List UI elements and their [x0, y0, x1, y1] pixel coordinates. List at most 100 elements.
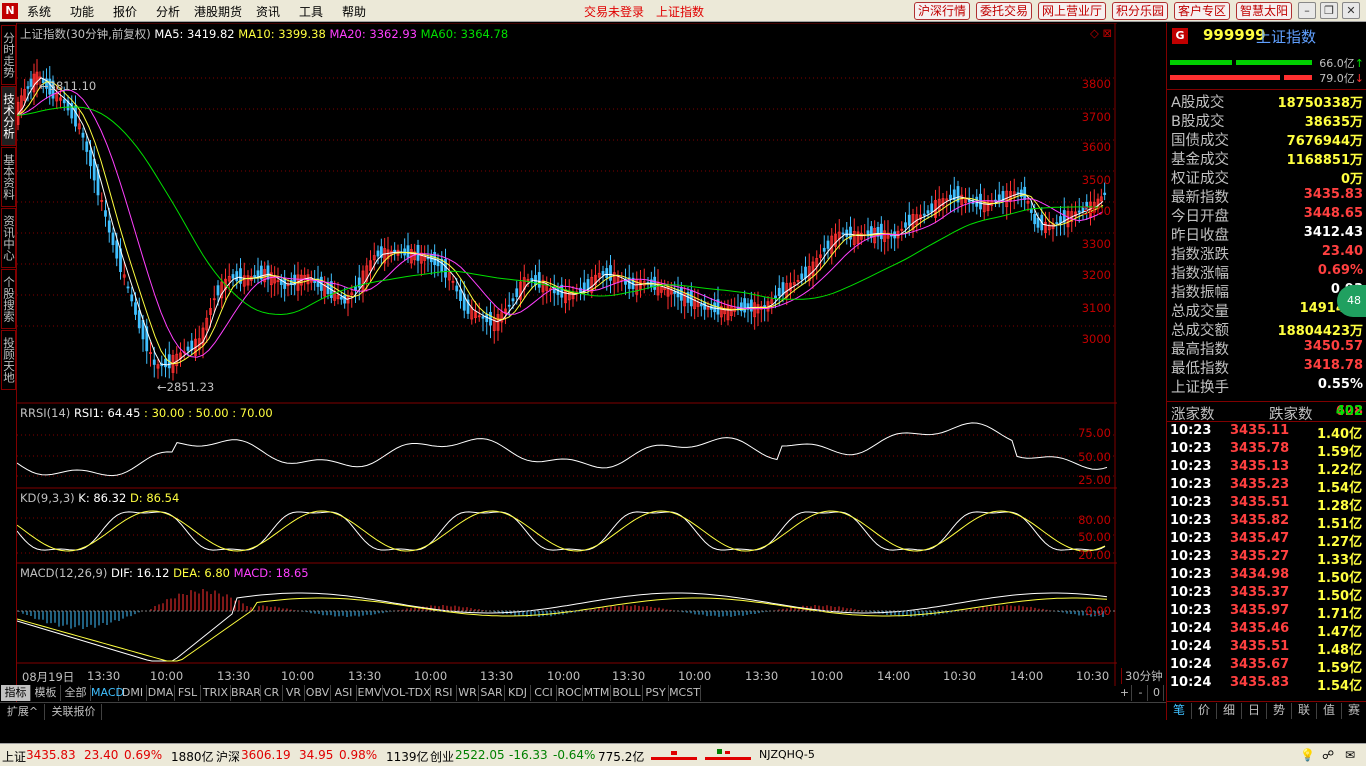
vol-up-text: 66.0亿↑ [1319, 57, 1364, 70]
indicator-tab-obv[interactable]: OBV [305, 685, 331, 701]
indicator-tab-trix[interactable]: TRIX [201, 685, 231, 701]
sh-pct: 0.69% [124, 748, 163, 762]
quote-row-label: 总成交额 [1171, 323, 1229, 339]
tab-fundamentals[interactable]: 基本资料 [1, 147, 16, 207]
close-icon[interactable]: ✕ [1342, 2, 1360, 19]
minimize-icon[interactable]: – [1298, 2, 1316, 19]
tick-amount: 1.50亿 [1317, 589, 1363, 604]
indicator-tab-全部[interactable]: 全部 [61, 685, 91, 701]
side-tab-2[interactable]: 细 [1217, 703, 1242, 719]
menu-analysis[interactable]: 分析 [156, 3, 180, 20]
indicator-tab-dmi[interactable]: DMI [119, 685, 147, 701]
zoom-reset-button[interactable]: 0 [1150, 685, 1164, 701]
candle-body [231, 274, 235, 279]
candle-body [459, 289, 462, 301]
menu-tools[interactable]: 工具 [299, 3, 323, 20]
candle-body [1055, 222, 1059, 225]
tab-technical[interactable]: 技术分析 [1, 86, 16, 146]
candle-body [81, 132, 85, 138]
period-label[interactable]: 30分钟 [1121, 668, 1163, 684]
side-tab-7[interactable]: 赛 [1342, 703, 1366, 719]
restore-icon[interactable]: ❐ [1320, 2, 1338, 19]
indicator-tab-cci[interactable]: CCI [531, 685, 557, 701]
indicator-tab-roc[interactable]: ROC [557, 685, 583, 701]
menu-quote[interactable]: 报价 [113, 3, 137, 20]
side-tab-3[interactable]: 日 [1242, 703, 1267, 719]
ma20-label: MA20: 3362.93 [329, 27, 417, 41]
panel-options-icon[interactable]: ◇ ⊠ [1090, 26, 1112, 40]
smart-sun-button[interactable]: 智慧太阳 [1236, 2, 1292, 20]
side-tab-0[interactable]: 笔 [1167, 703, 1192, 719]
side-tab-6[interactable]: 值 [1317, 703, 1342, 719]
chart-area[interactable]: 上证指数(30分钟,前复权) MA5: 3419.82 MA10: 3399.3… [17, 23, 1163, 686]
market-mini-bars-icon [651, 749, 751, 760]
indicator-tab-psy[interactable]: PSY [643, 685, 669, 701]
trade-button[interactable]: 委托交易 [976, 2, 1032, 20]
quote-row-label: 指数振幅 [1171, 285, 1229, 301]
dec-count: 402 [1335, 404, 1363, 419]
candle-body [781, 282, 785, 295]
tick-time: 10:23 [1170, 567, 1212, 582]
indicator-tab-sar[interactable]: SAR [479, 685, 505, 701]
indicator-tab-vol-tdx[interactable]: VOL-TDX [383, 685, 431, 701]
side-tab-4[interactable]: 势 [1267, 703, 1292, 719]
message-icon[interactable]: ✉ [1345, 748, 1355, 762]
indicator-tab-rsi[interactable]: RSI [431, 685, 457, 701]
indicator-tab-wr[interactable]: WR [457, 685, 479, 701]
indicator-tab-模板[interactable]: 模板 [31, 685, 61, 701]
related-quote-tab[interactable]: 关联报价 [46, 704, 102, 720]
customer-zone-button[interactable]: 客户专区 [1174, 2, 1230, 20]
time-label: 13:30 [480, 669, 514, 683]
indicator-tab-asi[interactable]: ASI [331, 685, 357, 701]
online-hall-button[interactable]: 网上营业厅 [1038, 2, 1106, 20]
tab-stock-search[interactable]: 个股搜索 [1, 269, 16, 329]
indicator-tab-brar[interactable]: BRAR [231, 685, 261, 701]
indicator-tab-fsl[interactable]: FSL [175, 685, 201, 701]
candle-body [1077, 210, 1081, 213]
tab-intraday[interactable]: 分时走势 [1, 25, 16, 85]
indicator-tab-boll[interactable]: BOLL [611, 685, 643, 701]
current-security: 上证指数 [656, 5, 705, 19]
indicator-tab-macd[interactable]: MACD [91, 685, 124, 701]
side-tab-5[interactable]: 联 [1292, 703, 1317, 719]
tick-time: 10:23 [1170, 423, 1212, 438]
indicator-tab-cr[interactable]: CR [261, 685, 283, 701]
indicator-tab-emv[interactable]: EMV [357, 685, 383, 701]
indicator-tab-dma[interactable]: DMA [147, 685, 175, 701]
floating-badge[interactable]: 48 [1337, 285, 1366, 317]
tab-news-center[interactable]: 资讯中心 [1, 208, 16, 268]
tick-amount: 1.59亿 [1317, 661, 1363, 676]
side-tab-1[interactable]: 价 [1192, 703, 1217, 719]
menu-help[interactable]: 帮助 [342, 3, 366, 20]
time-label: 10:00 [150, 669, 184, 683]
indicator-tab-指标[interactable]: 指标 [1, 685, 31, 701]
candle-body [515, 288, 519, 297]
hs-quote-button[interactable]: 沪深行情 [914, 2, 970, 20]
menu-news[interactable]: 资讯 [256, 3, 280, 20]
points-button[interactable]: 积分乐园 [1112, 2, 1168, 20]
extra-tab-strip: 扩展^ 关联报价 [0, 702, 1166, 720]
tick-price: 3435.23 [1230, 477, 1290, 492]
tick-amount: 1.27亿 [1317, 535, 1363, 550]
network-icon[interactable]: ☍ [1322, 748, 1334, 762]
lightbulb-icon[interactable]: 💡 [1300, 748, 1315, 762]
tick-time: 10:23 [1170, 549, 1212, 564]
indicator-tab-mcst[interactable]: MCST [669, 685, 701, 701]
tick-price: 3435.82 [1230, 513, 1290, 528]
menu-hk-futures[interactable]: 港股期货 [194, 3, 242, 20]
menu-system[interactable]: 系统 [27, 3, 51, 20]
tab-advisor[interactable]: 投顾天地 [1, 330, 16, 390]
candle-body [426, 257, 430, 260]
candle-body [826, 240, 830, 249]
indicator-tab-mtm[interactable]: MTM [583, 685, 611, 701]
zoom-in-button[interactable]: + [1118, 685, 1132, 701]
indicator-tab-vr[interactable]: VR [283, 685, 305, 701]
code-badge: G [1172, 28, 1188, 44]
zoom-out-button[interactable]: - [1134, 685, 1148, 701]
indicator-tab-kdj[interactable]: KDJ [505, 685, 531, 701]
menu-function[interactable]: 功能 [70, 3, 94, 20]
security-name: 上证指数 [1256, 28, 1317, 46]
candle-body [556, 287, 560, 295]
expand-tab[interactable]: 扩展^ [1, 704, 45, 720]
kline-chart[interactable] [17, 23, 1117, 686]
